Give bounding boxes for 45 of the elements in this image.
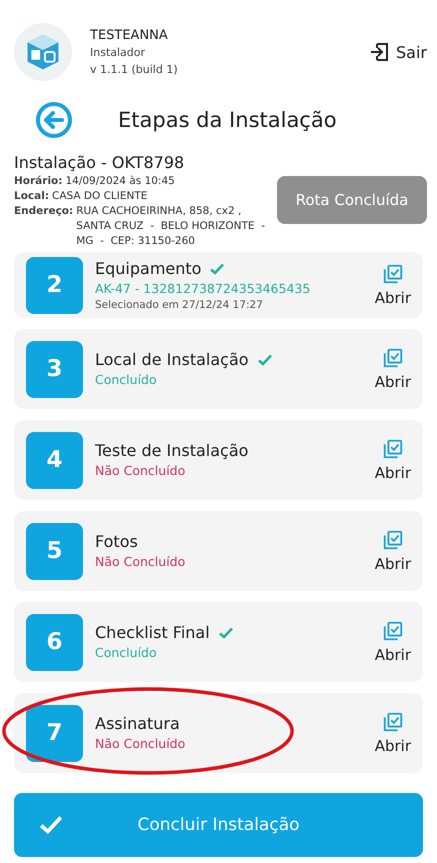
step-title: Checklist Final <box>95 622 210 644</box>
app-name: TESTEANNA <box>90 26 169 44</box>
checklist-icon <box>382 347 404 369</box>
step-status: Não Concluído <box>95 462 186 480</box>
step-number: 4 <box>26 432 83 488</box>
open-button[interactable]: Abrir <box>374 711 411 755</box>
step-status: AK-47 - 132812738724353465435 <box>95 280 312 298</box>
open-button[interactable]: Abrir <box>374 620 411 664</box>
field-label: Horário: <box>14 174 62 189</box>
app-logo <box>14 23 72 81</box>
open-button[interactable]: Abrir <box>374 529 411 573</box>
step-number: 2 <box>26 256 83 314</box>
step-number: 5 <box>26 522 83 580</box>
step-title: Local de Instalação <box>95 349 249 371</box>
field-label: Local: <box>14 189 50 204</box>
user-role: Instalador <box>90 44 146 60</box>
open-button[interactable]: Abrir <box>374 263 411 307</box>
step-status: Concluído <box>95 371 158 389</box>
field-value: RUA CACHOEIRINHA, 858, cx2 , SANTA CRUZ - BELO HORIZONTE - MG - CEP: 31150-260 <box>76 204 266 249</box>
checklist-icon <box>382 529 404 551</box>
open-button[interactable]: Abrir <box>374 347 411 391</box>
back-button[interactable] <box>34 100 74 140</box>
checklist-icon <box>382 263 404 285</box>
checklist-icon <box>382 438 404 460</box>
step-status: Concluído <box>95 644 158 662</box>
field-value: CASA DO CLIENTE <box>52 189 148 204</box>
field-value: 14/09/2024 às 10:45 <box>65 174 175 189</box>
checklist-icon <box>382 711 404 733</box>
step-number: 3 <box>26 340 83 398</box>
step-title: Equipamento <box>95 258 202 280</box>
step-title: Fotos <box>95 531 138 553</box>
step-title: Teste de Instalação <box>95 440 248 462</box>
step-number: 6 <box>26 614 83 670</box>
field-label: Endereço: <box>14 204 74 219</box>
step-status: Não Concluído <box>95 735 186 753</box>
step-status: Não Concluído <box>95 553 186 571</box>
step-title: Assinatura <box>95 713 180 735</box>
page-title: Etapas da Instalação <box>118 108 337 132</box>
app-version: v 1.1.1 (build 1) <box>90 62 179 78</box>
installation-title: Instalação - OKT8798 <box>14 152 186 174</box>
open-button[interactable]: Abrir <box>374 438 411 482</box>
logout-button[interactable]: Sair <box>368 40 427 64</box>
step-number: 7 <box>26 704 83 762</box>
step-detail: Selecionado em 27/12/24 17:27 <box>95 298 264 312</box>
checklist-icon <box>382 620 404 642</box>
